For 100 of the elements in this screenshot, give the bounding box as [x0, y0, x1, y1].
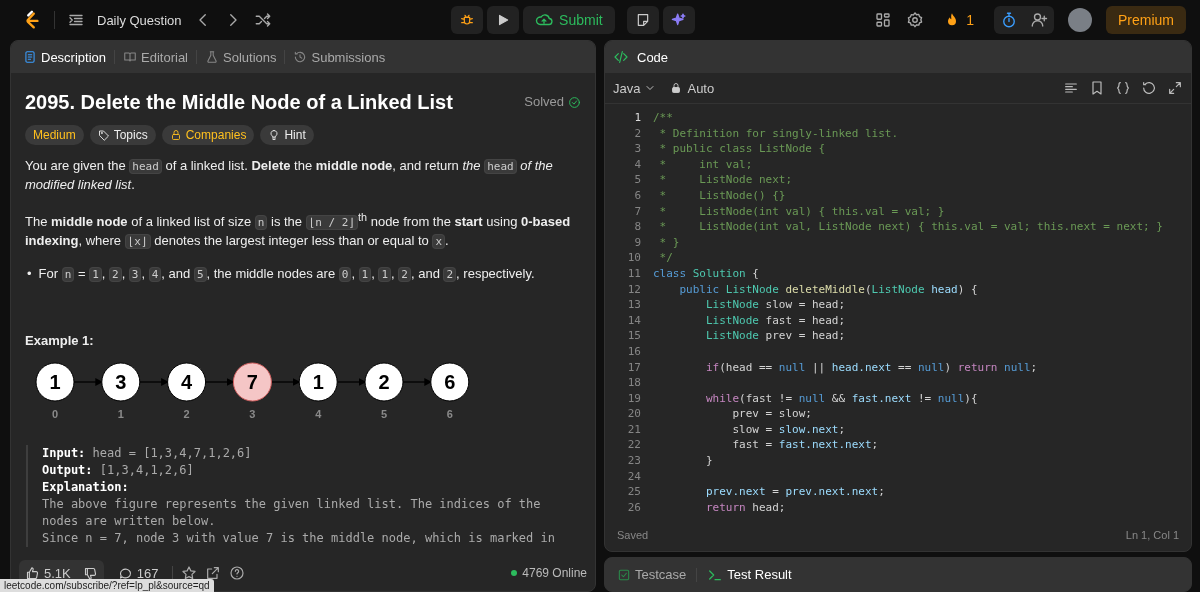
streak-counter[interactable]: 1 — [938, 11, 980, 29]
bug-icon — [459, 12, 476, 28]
online-count: 4769 Online — [511, 566, 587, 580]
nav-title[interactable]: Daily Question — [97, 12, 182, 28]
example-line: Input: head = [1,3,4,7,1,2,6] — [42, 445, 253, 463]
cursor-position: Ln 1, Col 1 — [1125, 529, 1179, 541]
panel-tab[interactable]: Description — [19, 47, 111, 67]
avatar[interactable] — [1068, 8, 1092, 32]
tag-chip[interactable]: Hint — [260, 125, 314, 145]
line-number: 16 — [626, 343, 642, 360]
lock-icon — [169, 129, 182, 141]
line-number: 23 — [626, 453, 642, 469]
tag-chip[interactable]: Topics — [89, 125, 156, 145]
code-line: * ListNode(int val, ListNode next) { this.val = val; this.next = next; } — [658, 219, 1163, 235]
node-index: 4 — [315, 408, 322, 421]
code-line: * Definition for singly-linked list. — [658, 125, 899, 142]
comments-button[interactable]: 167 — [111, 565, 165, 581]
line-number: 25 — [626, 484, 642, 500]
tag-chip[interactable]: Companies — [161, 125, 255, 145]
code-line: while(fast != null && fast.next != null){ — [704, 390, 978, 407]
node-index: 5 — [380, 408, 388, 421]
node-value: 1 — [49, 371, 61, 394]
format-icon[interactable] — [1063, 80, 1079, 96]
bookmark-icon[interactable] — [1089, 80, 1105, 96]
arrow — [402, 378, 433, 387]
arrow — [139, 378, 169, 387]
lightbulb-icon — [268, 129, 281, 141]
play-icon — [496, 13, 511, 27]
line-number: 21 — [626, 421, 642, 438]
explanation-line: nodes are written below. — [42, 513, 217, 531]
line-number: 15 — [626, 328, 642, 344]
code-line: fast = fast.next.next; — [731, 437, 879, 454]
checkbox-icon — [617, 567, 631, 582]
line-number: 3 — [633, 141, 642, 157]
code-line: ListNode fast = head; — [704, 312, 846, 329]
line-number: 14 — [626, 312, 642, 329]
note-button[interactable] — [626, 6, 659, 34]
code-line: */ — [658, 250, 673, 266]
panel-tab[interactable]: Editorial — [119, 47, 192, 67]
code-icon — [613, 49, 629, 65]
help-icon[interactable] — [229, 565, 246, 581]
settings-icon[interactable] — [906, 11, 925, 29]
code-line: ListNode prev = head; — [704, 328, 846, 344]
submit-button[interactable]: Submit — [523, 6, 615, 34]
code-line: * int val; — [658, 156, 753, 173]
layout-icon[interactable] — [874, 11, 893, 29]
comment-icon — [117, 565, 133, 581]
example-line: Output: [1,3,4,1,2,6] — [42, 462, 195, 480]
node-value: 3 — [115, 371, 127, 394]
timer-icon[interactable] — [1000, 11, 1018, 29]
reset-icon[interactable] — [1141, 80, 1157, 96]
line-number: 5 — [633, 172, 642, 188]
expand-icon[interactable] — [1167, 80, 1183, 96]
arrow — [204, 378, 235, 387]
code-line: * ListNode() {} — [658, 187, 786, 204]
line-number: 7 — [633, 203, 642, 220]
code-line: if(head == null || head.next == null) return null; — [704, 359, 1038, 376]
language-dropdown[interactable]: Java — [613, 80, 657, 96]
node-value: 6 — [444, 371, 456, 394]
arrow — [270, 378, 301, 387]
solved-status: Solved — [524, 93, 581, 111]
node-index: 2 — [183, 408, 190, 421]
node-index: 3 — [249, 408, 256, 421]
code-line: } — [704, 453, 713, 469]
code-line: * } — [658, 234, 680, 251]
sparkle-button[interactable] — [662, 6, 695, 34]
star-icon[interactable] — [181, 565, 198, 581]
description-paragraph: You are given the head of a linked list. Delete the middle node, and return the head of the modified linked list. — [25, 157, 554, 194]
code-line: * ListNode next; — [658, 172, 793, 188]
line-number: 13 — [626, 297, 642, 313]
line-number: 11 — [626, 265, 642, 282]
code-line: public ListNode deleteMiddle(ListNode head) { — [678, 281, 978, 298]
braces-icon[interactable] — [1115, 80, 1131, 96]
panel-tab[interactable]: Solutions — [201, 47, 281, 67]
status-url-tooltip: leetcode.com/subscribe/?ref=lp_pl&source=qd — [0, 579, 214, 592]
test-tab[interactable]: Testcase — [613, 565, 691, 584]
line-number: 10 — [626, 250, 642, 266]
arrow — [336, 378, 367, 387]
premium-button[interactable]: Premium — [1106, 6, 1186, 34]
line-number: 1 — [633, 110, 642, 126]
test-tab[interactable]: Test Result — [703, 564, 796, 585]
line-number: 2 — [633, 125, 642, 142]
panel-tab[interactable]: Submissions — [289, 47, 390, 67]
line-number: 18 — [626, 375, 642, 391]
run-button[interactable] — [487, 6, 520, 34]
code-title: Code — [636, 48, 670, 67]
debug-button[interactable] — [451, 6, 484, 34]
auto-mode[interactable]: Auto — [670, 80, 715, 96]
tag-chip[interactable]: Medium — [25, 125, 84, 145]
sparkle-icon — [670, 12, 687, 28]
example-label: Explanation: — [42, 479, 130, 497]
shuffle-icon[interactable] — [253, 11, 272, 29]
code-line: prev.next = prev.next.next; — [704, 484, 885, 500]
book-icon — [123, 50, 138, 64]
line-number: 17 — [626, 359, 642, 376]
share-icon[interactable] — [205, 565, 222, 581]
code-line: * ListNode(int val) { this.val = val; } — [658, 203, 945, 220]
explanation-line: Since n = 7, node 3 with value 7 is the middle node, which is marked in — [42, 530, 556, 548]
tag-icon — [97, 129, 110, 141]
example-heading: Example 1: — [25, 332, 95, 351]
